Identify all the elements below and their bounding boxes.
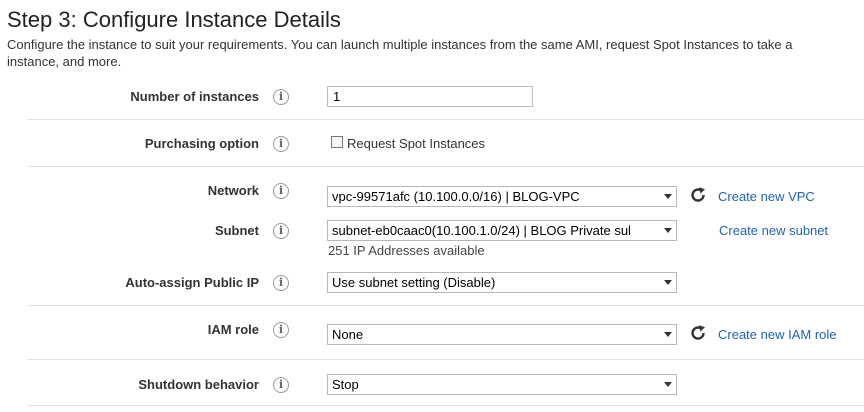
- iam-role-selected-value: None: [332, 327, 364, 342]
- spot-instances-checkbox[interactable]: [331, 136, 343, 148]
- info-icon[interactable]: i: [273, 223, 289, 239]
- purchasing-option-label: Purchasing option: [144, 136, 259, 151]
- page-description: Configure the instance to suit your requ…: [7, 36, 864, 70]
- subnet-select[interactable]: subnet-eb0caac0(10.100.1.0/24) | BLOG Pr…: [327, 220, 677, 241]
- info-icon[interactable]: i: [273, 322, 289, 338]
- create-new-iam-role-link[interactable]: Create new IAM role: [718, 327, 837, 342]
- row-separator: [27, 305, 864, 306]
- ip-addresses-available: 251 IP Addresses available: [328, 243, 485, 258]
- row-separator: [27, 166, 864, 167]
- refresh-icon[interactable]: [689, 324, 707, 342]
- shutdown-behavior-select[interactable]: Stop: [327, 374, 677, 395]
- auto-assign-public-ip-select[interactable]: Use subnet setting (Disable): [327, 272, 677, 293]
- shutdown-selected-value: Stop: [332, 377, 359, 392]
- info-icon[interactable]: i: [273, 377, 289, 393]
- subnet-selected-value: subnet-eb0caac0(10.100.1.0/24) | BLOG Pr…: [332, 223, 631, 238]
- info-icon[interactable]: i: [273, 275, 289, 291]
- row-separator: [27, 405, 864, 406]
- auto-assign-public-ip-label: Auto-assign Public IP: [125, 275, 259, 290]
- info-icon[interactable]: i: [273, 89, 289, 105]
- number-of-instances-label: Number of instances: [130, 89, 259, 104]
- iam-role-label: IAM role: [207, 322, 259, 337]
- description-line-1: Configure the instance to suit your requ…: [7, 37, 793, 52]
- iam-role-select[interactable]: None: [327, 324, 677, 345]
- chevron-down-icon: [664, 382, 672, 387]
- create-new-subnet-link[interactable]: Create new subnet: [719, 223, 828, 238]
- network-label: Network: [207, 183, 259, 198]
- public-ip-selected-value: Use subnet setting (Disable): [332, 275, 496, 290]
- network-selected-value: vpc-99571afc (10.100.0.0/16) | BLOG-VPC: [332, 189, 580, 204]
- chevron-down-icon: [664, 280, 672, 285]
- chevron-down-icon: [664, 228, 672, 233]
- page-title: Step 3: Configure Instance Details: [7, 7, 341, 32]
- chevron-down-icon: [664, 332, 672, 337]
- shutdown-behavior-label: Shutdown behavior: [138, 377, 259, 392]
- info-icon[interactable]: i: [273, 183, 289, 199]
- row-separator: [27, 119, 864, 120]
- number-of-instances-input[interactable]: [327, 86, 533, 107]
- row-separator: [27, 359, 864, 360]
- subnet-label: Subnet: [214, 223, 259, 238]
- create-new-vpc-link[interactable]: Create new VPC: [718, 189, 815, 204]
- chevron-down-icon: [664, 194, 672, 199]
- description-line-2: instance, and more.: [7, 54, 122, 69]
- refresh-icon[interactable]: [689, 186, 707, 204]
- network-select[interactable]: vpc-99571afc (10.100.0.0/16) | BLOG-VPC: [327, 186, 677, 207]
- info-icon[interactable]: i: [273, 136, 289, 152]
- spot-instances-checkbox-label[interactable]: Request Spot Instances: [347, 136, 485, 151]
